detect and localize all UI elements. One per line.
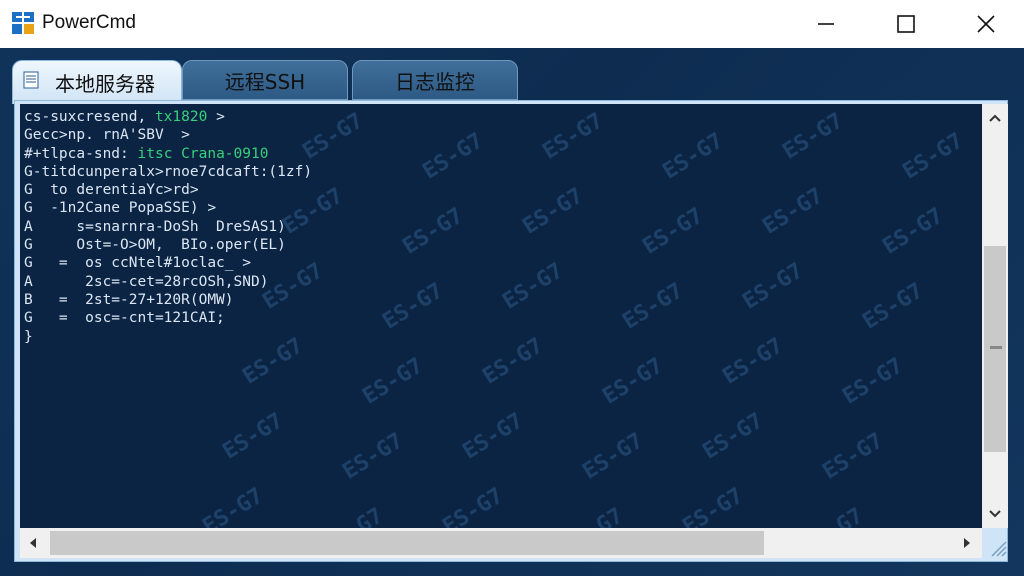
scroll-right-button[interactable] [954, 531, 980, 555]
title-bar: PowerCmd [0, 0, 1024, 48]
terminal-line: G Ost=-O>OM, BIo.oper(EL) [24, 236, 312, 254]
terminal-line: G = osc=-cnt=121CAI; [24, 309, 312, 327]
terminal-line-text: A 2sc=-cet=28rcOSh,SND) [24, 273, 269, 290]
watermark-text: ES-G7 [658, 128, 728, 185]
watermark-text: ES-G7 [518, 183, 588, 240]
terminal-line: G to derentiaYc>rd> [24, 181, 312, 199]
maximize-icon [897, 15, 915, 33]
tab-label: 远程SSH [224, 69, 306, 94]
terminal-line-text: A s=snarnra-DoSh DreSAS1) [24, 218, 286, 235]
terminal-line: G-titdcunperalx>rnoe7cdcaft:(1zf) [24, 163, 312, 181]
watermark-text: ES-G7 [318, 503, 387, 528]
terminal-line-text: G = os ccNtel#1oclac_ > [24, 255, 251, 272]
vertical-scrollbar[interactable] [982, 104, 1008, 528]
watermark-text: ES-G7 [338, 428, 408, 485]
tab-label: 本地服务器 [55, 72, 155, 96]
scroll-left-button[interactable] [20, 531, 46, 555]
vertical-scroll-thumb[interactable] [984, 246, 1006, 452]
chevron-right-icon [964, 538, 970, 548]
terminal-line-highlight: tx1820 [154, 109, 208, 125]
terminal-line: Gecc>np. rnA'SBV > [24, 126, 312, 144]
watermark-text: ES-G7 [358, 353, 428, 410]
terminal-line: } [24, 328, 312, 346]
watermark-text: ES-G7 [218, 408, 288, 465]
window-title: PowerCmd [42, 12, 136, 33]
watermark-text: ES-G7 [858, 278, 928, 335]
terminal-line: G = os ccNtel#1oclac_ > [24, 254, 312, 272]
terminal-line-highlight: itsc Crana-0910 [137, 145, 269, 162]
watermark-text: ES-G7 [798, 503, 867, 528]
terminal-line-text: #+tlpca-snd: [24, 145, 138, 162]
terminal-line: cs-suxcresend, tx1820 > [24, 108, 312, 126]
watermark-text: ES-G7 [838, 353, 908, 410]
watermark-text: ES-G7 [698, 408, 768, 465]
watermark-text: ES-G7 [618, 278, 688, 335]
tab-label: 日志监控 [395, 69, 475, 94]
powercmd-app-icon [12, 12, 34, 34]
scroll-down-button[interactable] [982, 502, 1008, 526]
watermark-text: ES-G7 [678, 483, 748, 528]
watermark-text: ES-G7 [538, 108, 608, 165]
watermark-text: ES-G7 [458, 408, 528, 465]
watermark-text: ES-G7 [758, 183, 828, 240]
terminal-lines: cs-suxcresend, tx1820 > Gecc>np. rnA'SBV … [24, 108, 312, 346]
watermark-text: ES-G7 [718, 333, 788, 390]
chevron-up-icon [989, 114, 1001, 122]
tab-log-monitor[interactable]: 日志监控 [352, 60, 518, 100]
watermark-text: ES-G7 [478, 333, 548, 390]
watermark-text: ES-G7 [638, 203, 708, 260]
watermark-text: ES-G7 [598, 353, 668, 410]
terminal-line-text: G Ost=-O>OM, BIo.oper(EL) [24, 237, 286, 254]
watermark-text: ES-G7 [378, 278, 448, 335]
horizontal-scroll-thumb[interactable] [50, 531, 764, 555]
tab-local-server[interactable]: 本地服务器 [12, 60, 182, 104]
terminal-line: #+tlpca-snd: itsc Crana-0910 [24, 145, 312, 163]
terminal-line-text: G -1n2Cane PopaSSE) > [24, 200, 217, 217]
terminal-line: A s=snarnra-DoSh DreSAS1) [24, 218, 312, 236]
watermark-text: ES-G7 [898, 128, 968, 185]
minimize-button[interactable] [803, 0, 849, 48]
terminal-line-text: G = osc=-cnt=121CAI; [24, 310, 225, 327]
tab-remote-ssh[interactable]: 远程SSH [182, 60, 348, 100]
watermark-text: ES-G7 [558, 503, 627, 528]
scroll-up-button[interactable] [982, 106, 1008, 130]
terminal-line: G -1n2Cane PopaSSE) > [24, 199, 312, 217]
terminal-line: B = 2st=-27+120R(OMW) [24, 291, 312, 309]
resize-grip-icon[interactable] [986, 536, 1008, 558]
watermark-text: ES-G7 [778, 108, 848, 165]
watermark-text: ES-G7 [418, 128, 488, 185]
terminal-line-text: } [24, 328, 33, 345]
watermark-text: ES-G7 [438, 483, 508, 528]
terminal-line-text: G to derentiaYc>rd> [24, 182, 199, 199]
watermark-text: ES-G7 [878, 203, 948, 260]
terminal-line-rest: > [207, 109, 225, 125]
watermark-text: ES-G7 [738, 258, 808, 315]
terminal-output[interactable]: ES-G7 ES-G7 ES-G7 ES-G7 ES-G7 ES-G7 ES-G7 ES-G7… [20, 104, 982, 528]
terminal-line-text: cs-suxcresend, [24, 109, 155, 125]
horizontal-scrollbar[interactable] [20, 528, 982, 558]
maximize-button[interactable] [883, 0, 929, 48]
minimize-icon [818, 23, 834, 25]
watermark-text: ES-G7 [198, 483, 268, 528]
watermark-text: ES-G7 [818, 428, 888, 485]
terminal-line: A 2sc=-cet=28rcOSh,SND) [24, 273, 312, 291]
document-icon [23, 71, 39, 89]
close-icon [977, 15, 995, 33]
watermark-text: ES-G7 [578, 428, 648, 485]
terminal-line-text: G-titdcunperalx>rnoe7cdcaft:(1zf) [24, 163, 313, 180]
chevron-down-icon [989, 510, 1001, 518]
thumb-grip [990, 346, 1002, 349]
close-button[interactable] [963, 0, 1009, 48]
watermark-text: ES-G7 [398, 203, 468, 260]
chevron-left-icon [30, 538, 36, 548]
watermark-text: ES-G7 [498, 258, 568, 315]
terminal-line-text: Gecc>np. rnA'SBV > [24, 127, 190, 144]
terminal-line-text: B = 2st=-27+120R(OMW) [24, 291, 234, 308]
